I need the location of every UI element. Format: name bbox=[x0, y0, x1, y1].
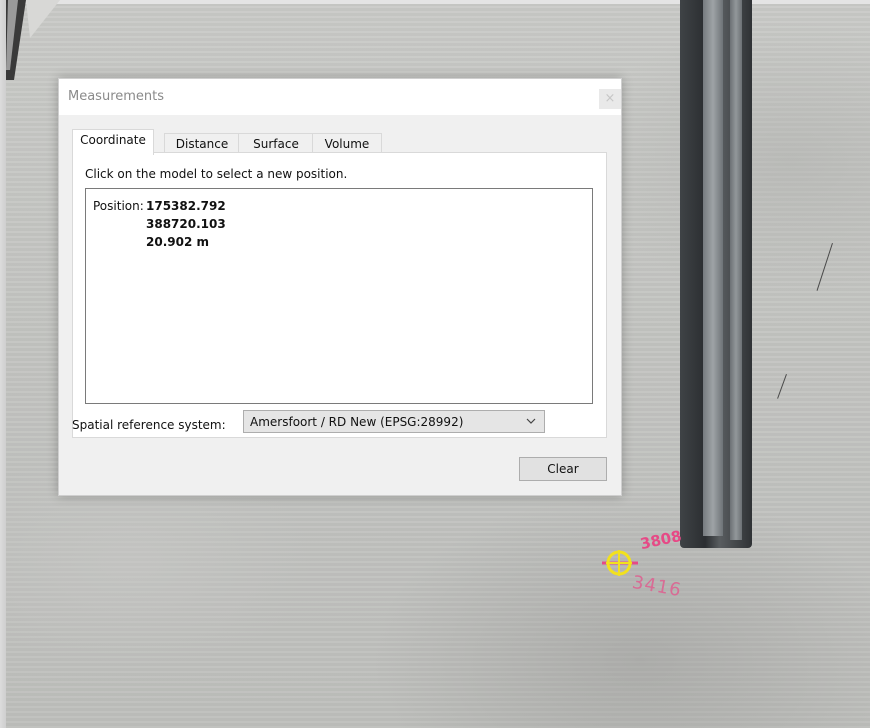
instruction-text: Click on the model to select a new posit… bbox=[85, 167, 348, 181]
pole-corner-object bbox=[6, 0, 60, 80]
position-label: Position: bbox=[93, 199, 144, 213]
crosshair-marker-icon bbox=[602, 550, 638, 576]
clear-button[interactable]: Clear bbox=[519, 457, 607, 481]
close-button[interactable]: × bbox=[599, 89, 621, 109]
seam-inner-strip bbox=[703, 0, 723, 536]
position-output[interactable]: Position: 175382.792 388720.103 20.902 m bbox=[85, 188, 593, 404]
dialog-title: Measurements bbox=[68, 89, 165, 104]
tab-coordinate[interactable]: Coordinate bbox=[72, 129, 154, 155]
position-y-value: 388720.103 bbox=[146, 217, 226, 231]
srs-label: Spatial reference system: bbox=[72, 418, 226, 432]
tab-volume[interactable]: Volume bbox=[312, 133, 382, 154]
tab-distance[interactable]: Distance bbox=[164, 133, 240, 154]
srs-selected-value: Amersfoort / RD New (EPSG:28992) bbox=[250, 415, 464, 429]
measurements-dialog: Measurements × Coordinate Distance Surfa… bbox=[58, 78, 622, 496]
crack-line bbox=[777, 374, 787, 399]
tab-surface[interactable]: Surface bbox=[238, 133, 314, 154]
paint-mark-top: 3808 bbox=[638, 526, 684, 554]
coordinate-panel: Click on the model to select a new posit… bbox=[72, 152, 607, 438]
srs-dropdown[interactable]: Amersfoort / RD New (EPSG:28992) bbox=[243, 410, 545, 433]
crack-line bbox=[816, 243, 834, 291]
chevron-down-icon bbox=[526, 418, 536, 424]
close-icon: × bbox=[604, 91, 616, 106]
position-z-value: 20.902 m bbox=[146, 235, 209, 249]
dialog-titlebar[interactable]: Measurements × bbox=[59, 79, 621, 115]
seam-inner-strip-2 bbox=[730, 0, 742, 540]
position-x-value: 175382.792 bbox=[146, 199, 226, 213]
